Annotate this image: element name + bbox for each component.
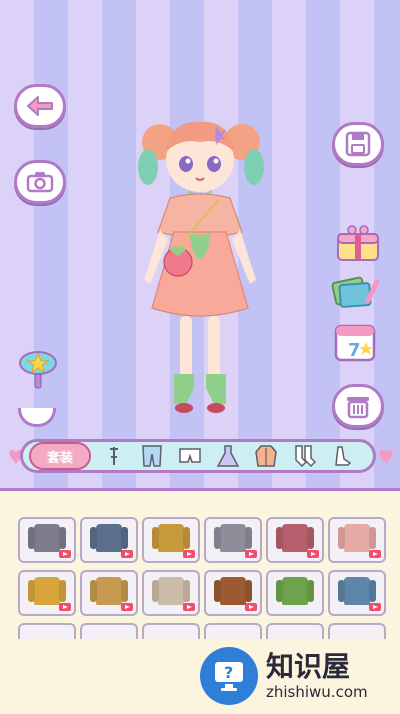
collapse-tab[interactable] bbox=[18, 408, 56, 427]
save-button[interactable] bbox=[332, 122, 384, 166]
clothes-item[interactable] bbox=[80, 570, 138, 616]
socks-icon bbox=[295, 445, 316, 468]
video-ad-icon bbox=[183, 550, 195, 558]
video-ad-icon bbox=[121, 550, 133, 558]
jacket-icon bbox=[34, 577, 60, 605]
jacket-icon bbox=[96, 577, 122, 605]
clothes-item[interactable] bbox=[80, 623, 138, 639]
video-ad-icon bbox=[121, 603, 133, 611]
clothes-item[interactable] bbox=[328, 623, 386, 639]
dress-icon bbox=[216, 445, 240, 467]
jacket-icon bbox=[158, 577, 184, 605]
category-socks[interactable] bbox=[289, 443, 319, 469]
clothes-item[interactable] bbox=[18, 623, 76, 639]
clothes-item[interactable] bbox=[142, 623, 200, 639]
pants-icon bbox=[142, 445, 162, 467]
jacket-icon bbox=[282, 577, 308, 605]
clothes-item[interactable] bbox=[266, 570, 324, 616]
jacket-icon bbox=[282, 524, 308, 552]
clothes-item[interactable] bbox=[204, 517, 262, 563]
jacket-icon bbox=[220, 524, 246, 552]
trash-button[interactable] bbox=[332, 384, 384, 428]
shorts-icon bbox=[179, 448, 201, 463]
magic-wand-icon bbox=[19, 351, 57, 389]
category-shorts[interactable] bbox=[175, 443, 205, 469]
clothes-item[interactable] bbox=[142, 517, 200, 563]
jacket-icon bbox=[344, 577, 370, 605]
calendar-icon: 7 bbox=[334, 324, 376, 362]
watermark-logo: ? bbox=[200, 646, 258, 705]
video-ad-icon bbox=[369, 550, 381, 558]
character-illustration bbox=[138, 121, 264, 413]
clothes-item[interactable] bbox=[266, 517, 324, 563]
jacket-icon bbox=[220, 577, 246, 605]
clothes-item[interactable] bbox=[328, 517, 386, 563]
svg-text:?: ? bbox=[224, 663, 233, 682]
cards-icon bbox=[331, 276, 380, 308]
camera-icon bbox=[26, 172, 54, 193]
category-bar-track: 套装 bbox=[20, 439, 376, 473]
suit-tab[interactable]: 套装 bbox=[29, 442, 91, 470]
clothes-item[interactable] bbox=[18, 570, 76, 616]
watermark-en: zhishiwu.com bbox=[266, 682, 368, 701]
jacket-icon bbox=[158, 524, 184, 552]
clothes-item[interactable] bbox=[328, 570, 386, 616]
accessory-icon bbox=[110, 447, 118, 465]
clothes-item[interactable] bbox=[80, 517, 138, 563]
gift-shop-icon bbox=[337, 225, 379, 261]
clothes-grid bbox=[18, 517, 386, 639]
calendar-button[interactable]: 7 bbox=[330, 320, 382, 364]
dressup-stage: 7 套装 bbox=[0, 0, 400, 488]
calendar-day: 7 bbox=[348, 340, 361, 361]
video-ad-icon bbox=[59, 603, 71, 611]
cards-button[interactable] bbox=[330, 270, 382, 314]
watermark: ? 知识屋 zhishiwu.com bbox=[200, 640, 400, 711]
video-ad-icon bbox=[307, 550, 319, 558]
shoes-icon bbox=[335, 446, 352, 466]
back-button[interactable] bbox=[14, 84, 66, 128]
gift-shop-button[interactable] bbox=[332, 222, 384, 266]
video-ad-icon bbox=[369, 603, 381, 611]
jacket-icon bbox=[96, 524, 122, 552]
video-ad-icon bbox=[245, 603, 257, 611]
save-icon bbox=[345, 131, 371, 157]
question-monitor-icon: ? bbox=[215, 661, 243, 691]
jacket-icon bbox=[34, 524, 60, 552]
video-ad-icon bbox=[245, 550, 257, 558]
camera-button[interactable] bbox=[14, 160, 66, 204]
category-accessory[interactable] bbox=[99, 443, 129, 469]
video-ad-icon bbox=[183, 603, 195, 611]
category-dress[interactable] bbox=[213, 443, 243, 469]
category-pants[interactable] bbox=[137, 443, 167, 469]
clothes-item[interactable] bbox=[204, 570, 262, 616]
trash-icon bbox=[347, 397, 369, 419]
magic-wand-button[interactable] bbox=[12, 348, 64, 392]
clothes-item[interactable] bbox=[18, 517, 76, 563]
heart-decoration-right-icon bbox=[379, 450, 393, 464]
category-shoes[interactable] bbox=[327, 443, 357, 469]
back-arrow-icon bbox=[27, 96, 53, 116]
category-jacket[interactable] bbox=[251, 443, 281, 469]
jacket-icon bbox=[344, 524, 370, 552]
watermark-cn: 知识屋 bbox=[266, 649, 351, 683]
clothes-item[interactable] bbox=[266, 623, 324, 639]
jacket-icon bbox=[255, 445, 277, 467]
clothes-item[interactable] bbox=[204, 623, 262, 639]
video-ad-icon bbox=[59, 550, 71, 558]
category-bar: 套装 bbox=[8, 432, 393, 480]
clothes-item[interactable] bbox=[142, 570, 200, 616]
